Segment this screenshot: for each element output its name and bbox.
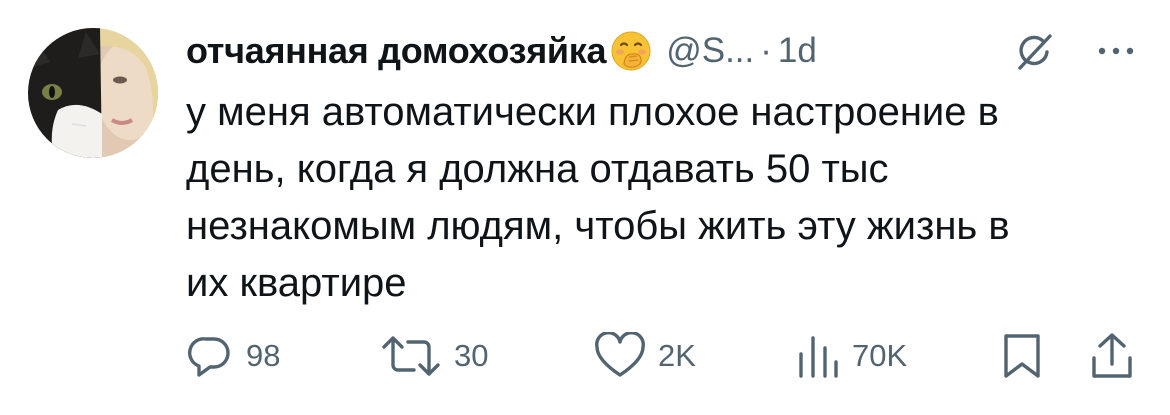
grok-icon[interactable] bbox=[1012, 30, 1056, 74]
face-with-hand-over-mouth-icon bbox=[611, 31, 651, 71]
views-count: 70K bbox=[852, 338, 908, 373]
reply-button[interactable]: 98 bbox=[186, 328, 280, 384]
timestamp[interactable]: 1d bbox=[778, 31, 817, 71]
repost-icon bbox=[382, 336, 440, 376]
author-handle[interactable]: @S... bbox=[666, 31, 754, 71]
share-icon bbox=[1092, 333, 1132, 378]
tweet-text-line: их квартире bbox=[186, 261, 407, 305]
reply-count: 98 bbox=[246, 338, 281, 373]
share-button[interactable] bbox=[1090, 328, 1134, 384]
like-count: 2K bbox=[658, 338, 696, 373]
bookmark-button[interactable] bbox=[1002, 328, 1042, 384]
action-bar: 98 30 2K 70K bbox=[0, 328, 1170, 384]
heart-icon bbox=[595, 332, 645, 377]
like-button[interactable]: 2K bbox=[594, 328, 696, 384]
repost-button[interactable]: 30 bbox=[380, 328, 488, 384]
tweet-text-line: у меня автоматически плохое настроение в bbox=[186, 90, 999, 134]
reply-icon bbox=[188, 337, 230, 377]
views-button[interactable]: 70K bbox=[796, 328, 907, 384]
separator-dot: · bbox=[760, 31, 772, 70]
views-chart-icon bbox=[799, 336, 838, 378]
bookmark-icon bbox=[1004, 334, 1040, 378]
tweet-text-line: день, когда я должна отдавать 50 тыс bbox=[186, 147, 889, 191]
tweet-text: у меня автоматически плохое настроение в… bbox=[186, 84, 1156, 312]
tweet-header: отчаянная домохозяйка @S... · 1d bbox=[186, 26, 817, 76]
tweet-text-line: незнакомым людям, чтобы жить эту жизнь в bbox=[186, 204, 1010, 248]
more-dots-icon[interactable] bbox=[1094, 36, 1138, 66]
repost-count: 30 bbox=[454, 338, 489, 373]
avatar[interactable] bbox=[28, 28, 158, 158]
author-name[interactable]: отчаянная домохозяйка bbox=[186, 30, 607, 72]
